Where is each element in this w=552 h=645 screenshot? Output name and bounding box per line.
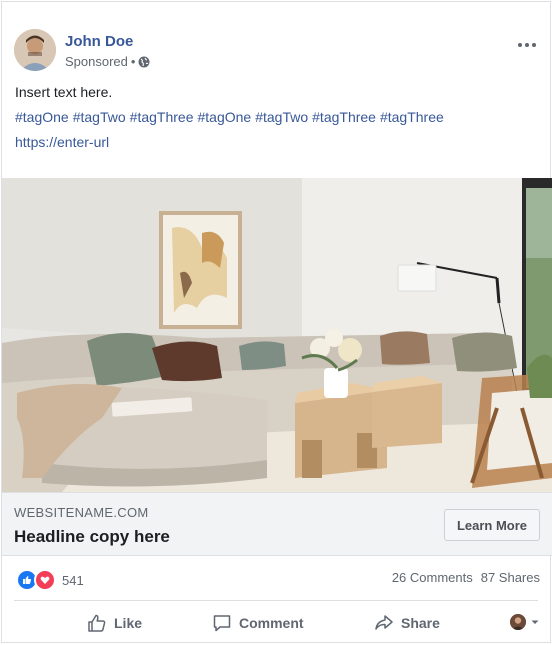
globe-icon[interactable] <box>138 56 150 68</box>
author-name[interactable]: John Doe <box>65 33 133 50</box>
comment-icon <box>213 614 231 631</box>
profile-selector[interactable] <box>510 614 540 630</box>
ad-image-living-room[interactable] <box>2 178 552 492</box>
reaction-count: 541 <box>62 572 84 588</box>
link-preview[interactable]: WEBSITENAME.COM Headline copy here Learn… <box>2 492 552 556</box>
chevron-down-icon <box>531 620 539 624</box>
headline-text[interactable]: Headline copy here <box>14 527 170 547</box>
learn-more-button[interactable]: Learn More <box>444 509 540 541</box>
share-icon <box>375 614 393 630</box>
sponsored-post-card: John Doe Sponsored • Insert text here. #… <box>1 1 552 644</box>
comment-share-counts: 26 Comments 87 Shares <box>392 570 540 585</box>
comments-count[interactable]: 26 Comments <box>392 570 473 585</box>
sponsored-label[interactable]: Sponsored <box>65 54 128 69</box>
meta-separator: • <box>130 54 136 69</box>
share-button[interactable]: Share <box>374 601 440 644</box>
thumbs-up-icon <box>88 614 106 632</box>
comment-label: Comment <box>239 614 304 631</box>
author-avatar[interactable] <box>14 29 56 71</box>
hashtag-link[interactable]: #tagThree <box>380 109 444 125</box>
share-label: Share <box>401 614 440 631</box>
more-options-icon[interactable] <box>518 40 540 50</box>
reaction-summary[interactable]: 541 <box>16 569 84 591</box>
shares-count[interactable]: 87 Shares <box>481 570 540 585</box>
hashtag-link[interactable]: #tagTwo <box>255 109 308 125</box>
love-reaction-icon <box>34 569 56 591</box>
hashtag-link[interactable]: #tagThree <box>130 109 194 125</box>
hashtag-link[interactable]: #tagThree <box>312 109 376 125</box>
like-label: Like <box>114 614 143 631</box>
comment-button[interactable]: Comment <box>212 601 304 644</box>
post-url-link[interactable]: https://enter-url <box>15 134 109 150</box>
post-meta: Sponsored • <box>65 54 150 69</box>
like-button[interactable]: Like <box>87 601 142 644</box>
hashtag-link[interactable]: #tagOne <box>15 109 69 125</box>
engagement-stats: 541 26 Comments 87 Shares <box>2 556 552 600</box>
hashtag-link[interactable]: #tagTwo <box>73 109 126 125</box>
hashtag-list: #tagOne #tagTwo #tagThree #tagOne #tagTw… <box>15 109 444 125</box>
profile-avatar-icon <box>510 614 526 630</box>
hashtag-link[interactable]: #tagOne <box>197 109 251 125</box>
post-actions: Like Comment Share <box>2 601 552 644</box>
website-name: WEBSITENAME.COM <box>14 505 149 520</box>
post-header: John Doe Sponsored • Insert text here. #… <box>2 2 550 179</box>
post-text: Insert text here. <box>15 84 113 100</box>
